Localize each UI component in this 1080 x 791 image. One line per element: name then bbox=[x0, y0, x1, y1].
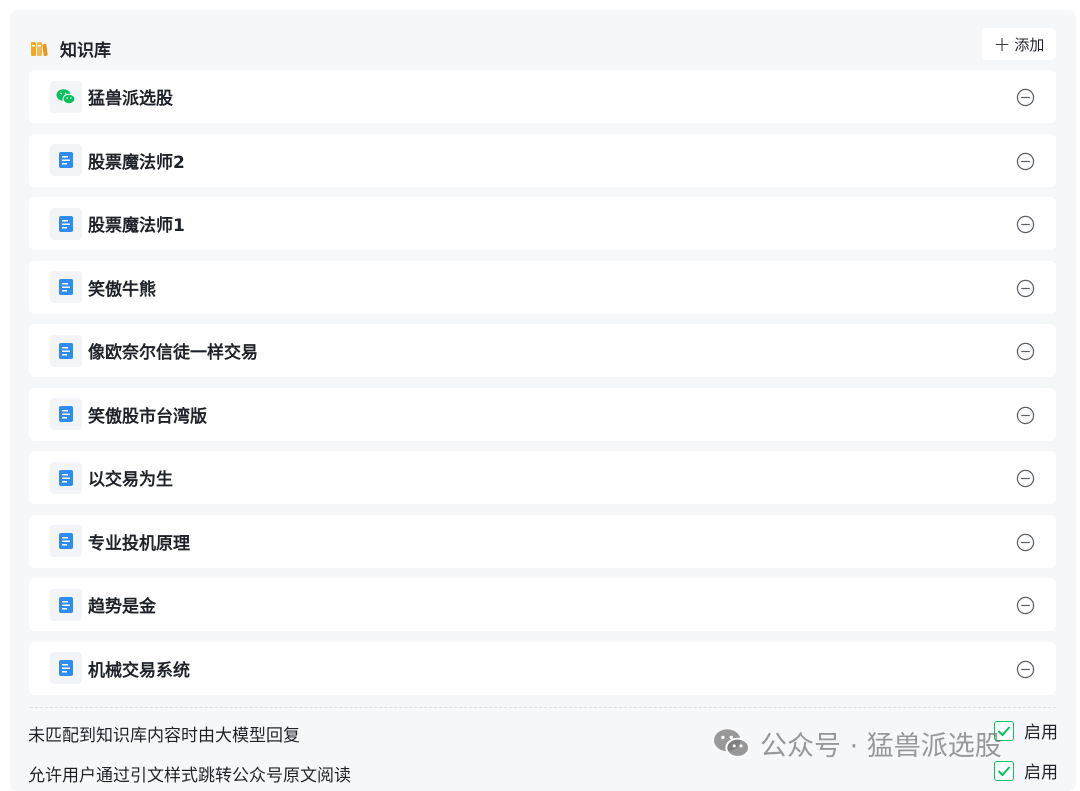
remove-circle-icon[interactable] bbox=[1016, 469, 1035, 488]
panel-header: 知识库 bbox=[30, 36, 111, 61]
list-item: 机械交易系统 bbox=[29, 641, 1056, 695]
check-icon[interactable] bbox=[994, 720, 1014, 741]
remove-circle-icon[interactable] bbox=[1016, 215, 1035, 234]
enable-checkbox[interactable]: 启用 bbox=[994, 718, 1058, 743]
list-item: 股票魔法师2 bbox=[29, 133, 1056, 187]
document-icon bbox=[50, 525, 82, 557]
document-icon bbox=[50, 334, 82, 367]
remove-circle-icon[interactable] bbox=[1016, 88, 1035, 107]
list-item: 股票魔法师1 bbox=[29, 197, 1056, 250]
list-item: 笑傲牛熊 bbox=[29, 260, 1056, 314]
remove-circle-icon[interactable] bbox=[1016, 660, 1035, 679]
document-icon bbox=[50, 207, 82, 240]
document-icon bbox=[50, 271, 82, 303]
knowledge-base-name: 专业投机原理 bbox=[88, 533, 190, 554]
document-icon bbox=[50, 144, 82, 176]
remove-circle-icon[interactable] bbox=[1016, 342, 1035, 361]
document-icon bbox=[50, 652, 82, 684]
document-icon bbox=[50, 461, 82, 494]
knowledge-base-name: 股票魔法师2 bbox=[88, 152, 185, 173]
checkbox-label: 启用 bbox=[1024, 723, 1058, 743]
knowledge-base-name: 以交易为生 bbox=[88, 470, 173, 490]
divider bbox=[30, 707, 1056, 708]
knowledge-panel: 知识库 + 添加 猛兽派选股 股票魔法师2 股票魔法师1 笑傲牛熊 像欧奈尔信徒… bbox=[10, 10, 1076, 791]
enable-checkbox[interactable]: 启用 bbox=[994, 758, 1058, 783]
knowledge-base-name: 趋势是金 bbox=[88, 597, 156, 617]
option-label: 允许用户通过引文样式跳转公众号原文阅读 bbox=[28, 766, 351, 786]
list-item: 笑傲股市台湾版 bbox=[29, 387, 1056, 441]
list-item: 专业投机原理 bbox=[29, 514, 1056, 568]
check-icon[interactable] bbox=[994, 760, 1014, 781]
document-icon bbox=[50, 588, 82, 621]
knowledge-base-name: 股票魔法师1 bbox=[88, 216, 185, 236]
remove-circle-icon[interactable] bbox=[1016, 279, 1035, 298]
wechat-icon bbox=[50, 80, 82, 113]
knowledge-base-name: 笑傲股市台湾版 bbox=[88, 406, 207, 427]
list-item: 趋势是金 bbox=[29, 578, 1056, 631]
knowledge-base-list: 猛兽派选股 股票魔法师2 股票魔法师1 笑傲牛熊 像欧奈尔信徒一样交易 笑傲股市… bbox=[29, 70, 1056, 705]
list-item: 以交易为生 bbox=[29, 451, 1056, 504]
knowledge-base-name: 像欧奈尔信徒一样交易 bbox=[88, 343, 258, 363]
plus-icon: + bbox=[993, 32, 1011, 56]
add-button-label: 添加 bbox=[1014, 35, 1045, 54]
knowledge-base-name: 笑傲牛熊 bbox=[88, 279, 156, 300]
page-title: 知识库 bbox=[60, 41, 111, 61]
option-label: 未匹配到知识库内容时由大模型回复 bbox=[28, 726, 300, 746]
remove-circle-icon[interactable] bbox=[1016, 533, 1035, 552]
knowledge-base-name: 机械交易系统 bbox=[88, 660, 190, 681]
remove-circle-icon[interactable] bbox=[1016, 406, 1035, 425]
remove-circle-icon[interactable] bbox=[1016, 152, 1035, 171]
list-item: 像欧奈尔信徒一样交易 bbox=[29, 324, 1056, 377]
document-icon bbox=[50, 398, 82, 430]
knowledge-base-name: 猛兽派选股 bbox=[88, 89, 173, 109]
books-icon bbox=[30, 40, 48, 58]
add-button[interactable]: + 添加 bbox=[982, 28, 1056, 60]
list-item: 猛兽派选股 bbox=[29, 70, 1056, 123]
remove-circle-icon[interactable] bbox=[1016, 596, 1035, 615]
checkbox-label: 启用 bbox=[1024, 763, 1058, 783]
